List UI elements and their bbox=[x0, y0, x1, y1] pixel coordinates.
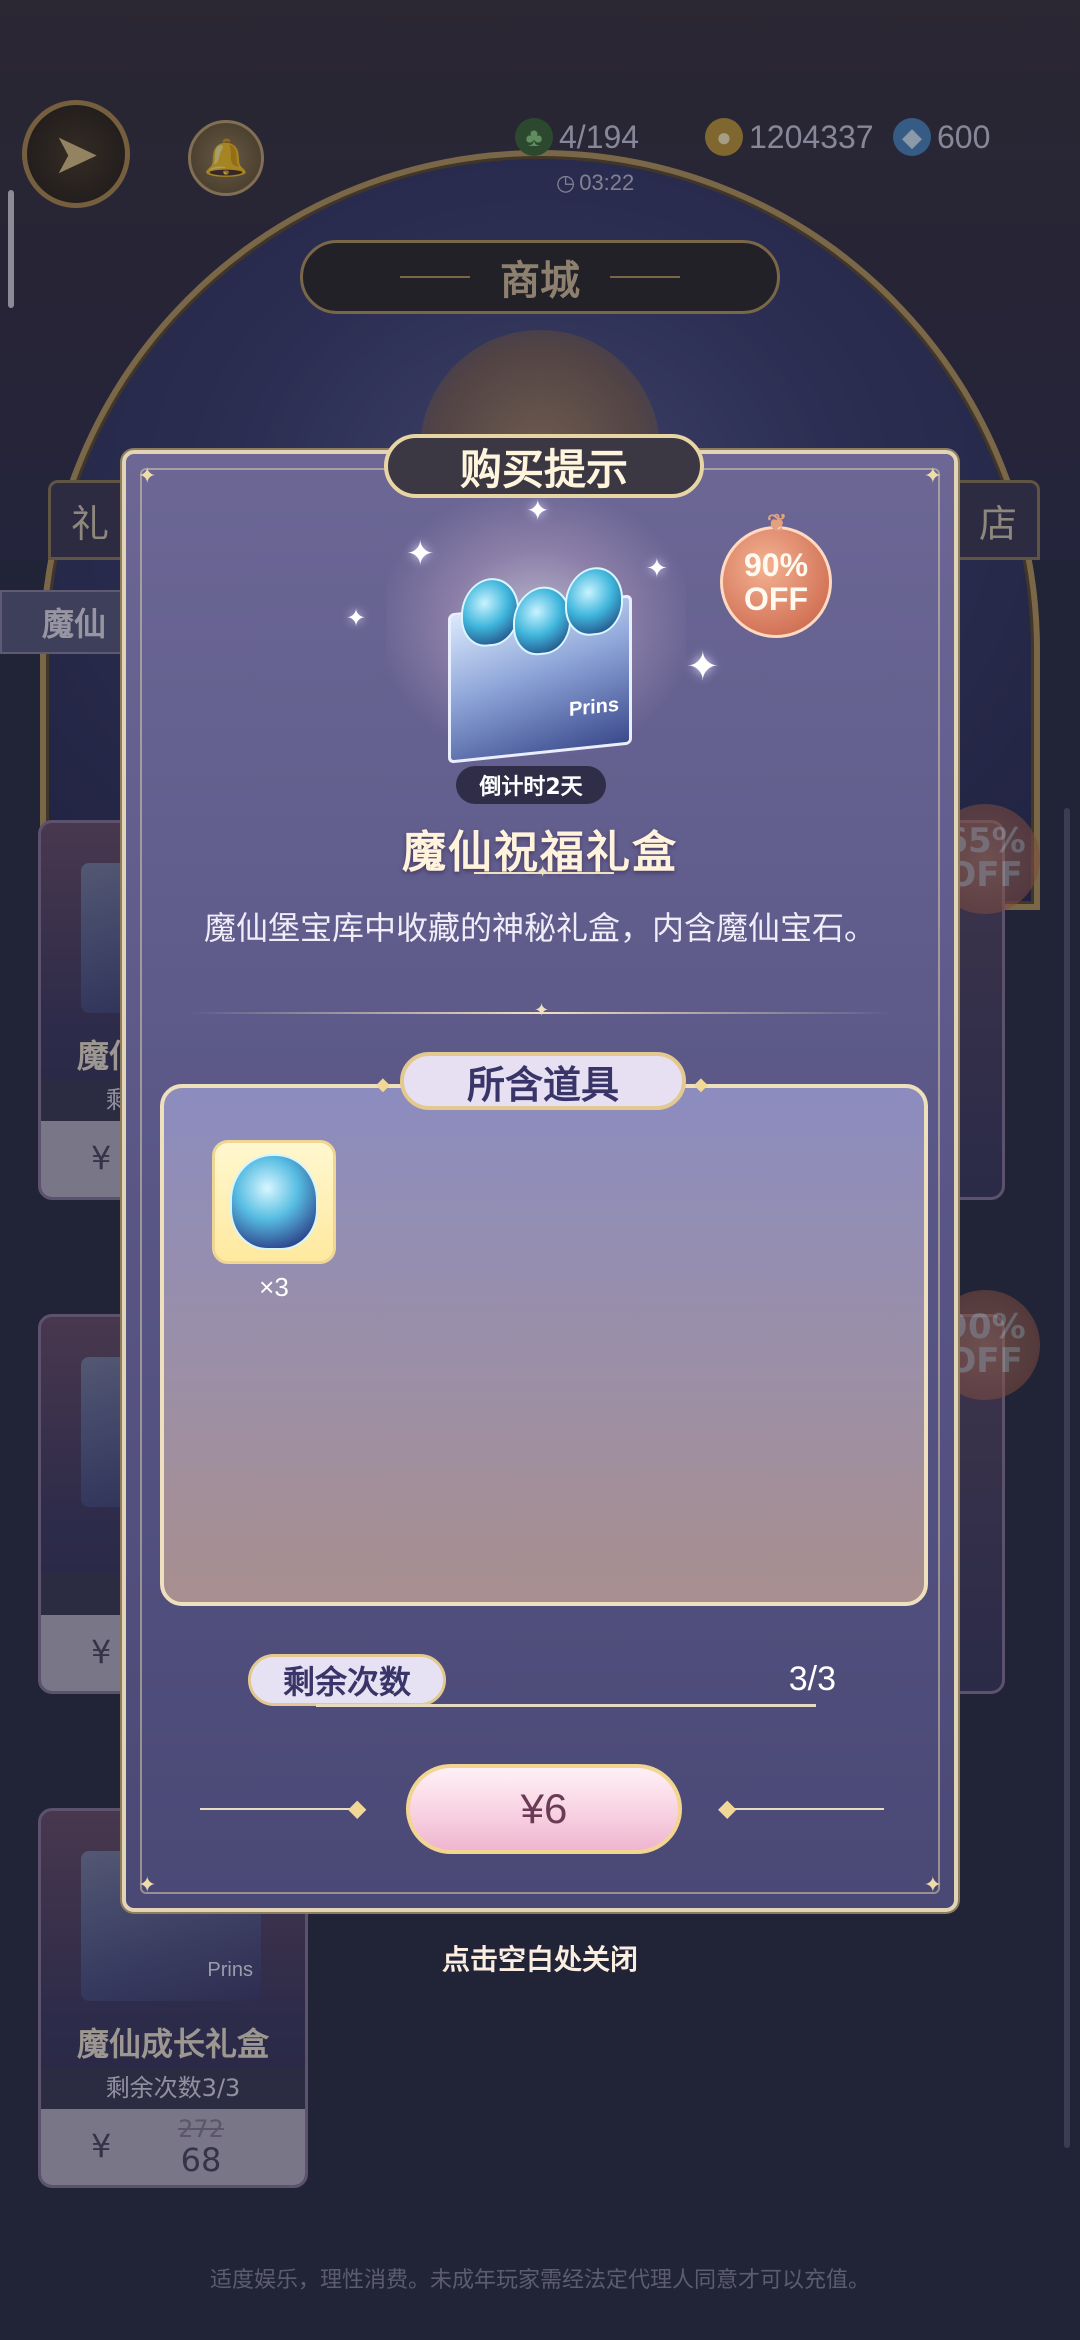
remaining-underline bbox=[316, 1704, 816, 1707]
buy-divider-left bbox=[200, 1808, 350, 1810]
buy-divider-right bbox=[734, 1808, 884, 1810]
corner-ornament: ✦ bbox=[138, 464, 157, 489]
diamond-ornament: ◆ bbox=[376, 1074, 390, 1095]
corner-ornament: ✦ bbox=[923, 464, 942, 489]
box-brand-label: Prins bbox=[568, 693, 619, 721]
corner-ornament: ✦ bbox=[923, 1873, 942, 1898]
discount-badge: ❦ 90% OFF bbox=[720, 510, 832, 638]
gift-box-image: Prins bbox=[448, 564, 632, 764]
close-hint: 点击空白处关闭 bbox=[441, 1943, 638, 1976]
item-slot[interactable] bbox=[212, 1140, 336, 1264]
countdown-badge: 倒计时2天 bbox=[456, 766, 606, 804]
remaining-value: 3/3 bbox=[788, 1660, 836, 1698]
sparkle-icon: ✦ bbox=[646, 554, 668, 584]
product-description: 魔仙堡宝库中收藏的神秘礼盒，内含魔仙宝石。 bbox=[203, 909, 876, 947]
corner-ornament: ✦ bbox=[138, 1873, 157, 1898]
sparkle-icon: ✦ bbox=[526, 494, 550, 527]
divider-ornament: ✦ bbox=[534, 1000, 550, 1021]
sparkle-icon: ✦ bbox=[406, 534, 435, 574]
divider-ornament: ✦ bbox=[536, 862, 550, 881]
buy-button[interactable]: ¥6 bbox=[406, 1764, 682, 1854]
dialog-title: 购买提示 bbox=[384, 434, 704, 498]
discount-off-label: OFF bbox=[744, 581, 808, 617]
diamond-ornament: ◆ bbox=[694, 1074, 708, 1095]
diamond-ornament: ◆ bbox=[718, 1794, 737, 1822]
items-title: 所含道具 bbox=[400, 1052, 686, 1110]
remaining-label: 剩余次数 bbox=[248, 1654, 446, 1706]
item-count: ×3 bbox=[259, 1272, 289, 1302]
purchase-dialog: ✦ ✦ ✦ ✦ 购买提示 ✦ ✦ ✦ ✦ ✦ Prins 倒计时2天 ❦ 90%… bbox=[122, 434, 958, 1912]
sparkle-icon: ✦ bbox=[346, 604, 367, 632]
gem-icon bbox=[230, 1154, 318, 1250]
sparkle-icon: ✦ bbox=[686, 644, 720, 690]
leaf-icon: ❦ bbox=[767, 510, 788, 537]
discount-percent: 90% bbox=[743, 547, 809, 583]
diamond-ornament: ◆ bbox=[348, 1794, 367, 1822]
